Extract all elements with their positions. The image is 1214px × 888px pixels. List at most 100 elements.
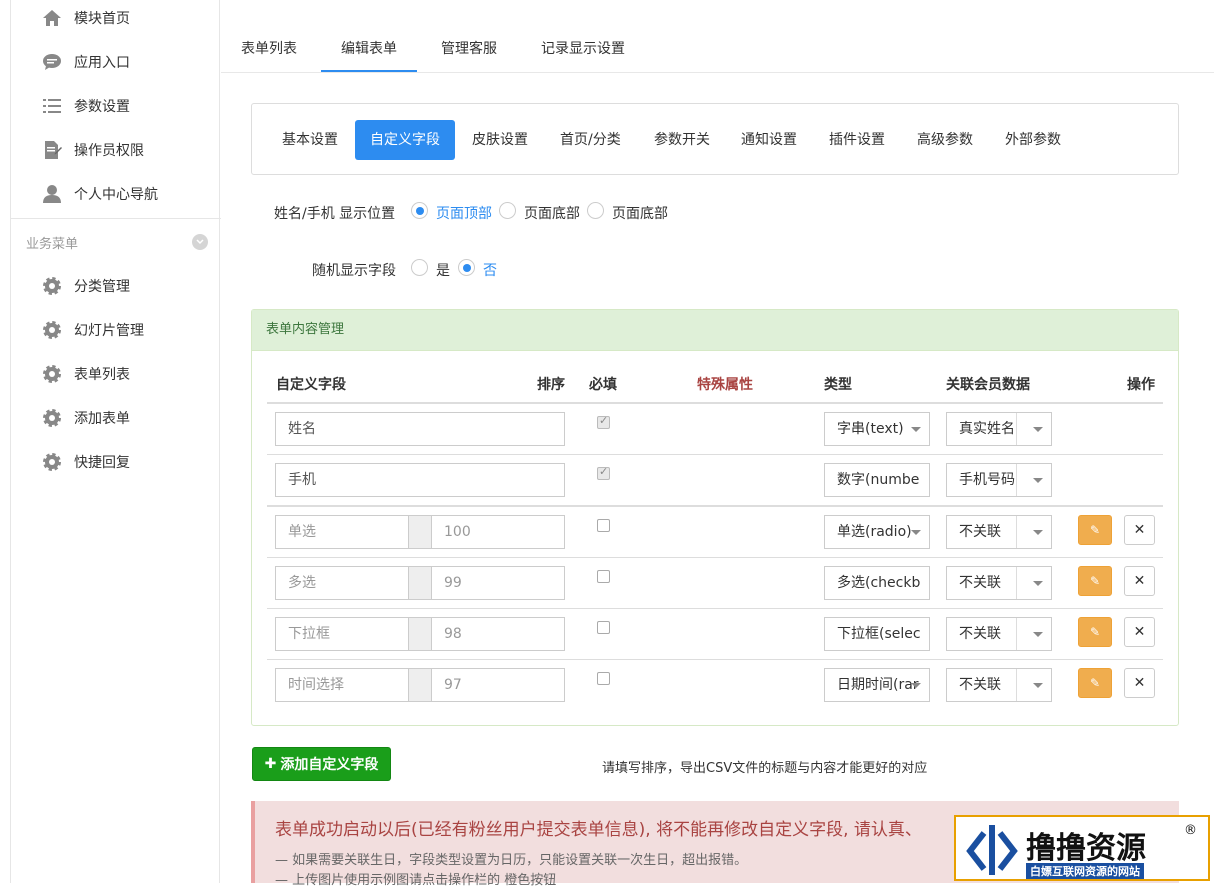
type-select[interactable]: 多选(checkb xyxy=(824,566,930,600)
subtab-notify[interactable]: 通知设置 xyxy=(726,120,812,160)
tab-form-list[interactable]: 表单列表 xyxy=(241,38,297,72)
sidebar-item-label: 个人中心导航 xyxy=(74,187,158,203)
sidebar-item-category[interactable]: 分类管理 xyxy=(41,274,130,298)
field-name-input[interactable]: 下拉框 xyxy=(275,617,409,651)
sort-input[interactable]: 100 xyxy=(431,515,565,549)
sort-input[interactable]: 97 xyxy=(431,668,565,702)
edit-button[interactable]: ✎ xyxy=(1078,566,1112,596)
member-select[interactable]: 真实姓名 xyxy=(946,412,1052,446)
subtab-external[interactable]: 外部参数 xyxy=(990,120,1076,160)
sidebar-group-title: 业务菜单 xyxy=(26,236,79,252)
subtab-home-category[interactable]: 首页/分类 xyxy=(545,120,636,160)
delete-button[interactable]: ✕ xyxy=(1124,566,1155,596)
add-custom-field-button[interactable]: ✚ 添加自定义字段 xyxy=(252,747,391,781)
alert-line-1: — 如果需要关联生日，字段类型设置为日历，只能设置关联一次生日，超出报错。 xyxy=(275,853,748,868)
sidebar-item-form-list[interactable]: 表单列表 xyxy=(41,362,130,386)
required-checkbox[interactable] xyxy=(597,570,610,583)
plus-icon: ✚ xyxy=(264,756,277,772)
required-checkbox[interactable] xyxy=(597,414,610,429)
edit-button[interactable]: ✎ xyxy=(1078,617,1112,647)
edit-icon: ✎ xyxy=(1089,676,1101,690)
field-name-input[interactable]: 时间选择 xyxy=(275,668,409,702)
type-select[interactable]: 字串(text) xyxy=(824,412,930,446)
tab-edit-form[interactable]: 编辑表单 xyxy=(321,38,417,72)
member-select-value: 不关联 xyxy=(959,524,1001,540)
sidebar-item-operator-perms[interactable]: 操作员权限 xyxy=(41,138,144,162)
required-checkbox[interactable] xyxy=(597,519,610,532)
radio-random-no-label: 否 xyxy=(483,263,497,279)
alert-line-2: — 上传图片使用示例图请点击操作栏的 橙色按钮 xyxy=(275,873,557,888)
edit-button[interactable]: ✎ xyxy=(1078,515,1112,545)
subtab-param-switch[interactable]: 参数开关 xyxy=(639,120,725,160)
type-select[interactable]: 日期时间(rar xyxy=(824,668,930,702)
col-ops: 操作 xyxy=(1127,377,1155,393)
sidebar-item-label: 模块首页 xyxy=(74,11,130,27)
sidebar-item-params[interactable]: 参数设置 xyxy=(41,94,130,118)
field-name-input[interactable]: 手机 xyxy=(275,463,565,497)
type-select-value: 字串(text) xyxy=(837,421,904,437)
delete-button[interactable]: ✕ xyxy=(1124,515,1155,545)
edit-icon: ✎ xyxy=(1089,574,1101,588)
field-name-input[interactable]: 多选 xyxy=(275,566,409,600)
radio-random-no[interactable] xyxy=(458,259,475,276)
radio-position-bottom[interactable] xyxy=(499,202,516,219)
col-member-data: 关联会员数据 xyxy=(946,377,1030,393)
radio-position-top[interactable] xyxy=(411,202,428,219)
sidebar-group-business[interactable]: 业务菜单 xyxy=(26,232,208,252)
radio-position-bottom-2[interactable] xyxy=(587,202,604,219)
input-addon xyxy=(409,566,433,600)
sidebar-item-app-entry[interactable]: 应用入口 xyxy=(41,50,130,74)
add-custom-field-label: 添加自定义字段 xyxy=(280,757,379,773)
subtab-basic[interactable]: 基本设置 xyxy=(267,120,353,160)
sidebar-item-quick-reply[interactable]: 快捷回复 xyxy=(41,450,130,474)
home-icon xyxy=(41,7,63,29)
type-select[interactable]: 下拉框(selec xyxy=(824,617,930,651)
subtab-custom-fields[interactable]: 自定义字段 xyxy=(355,120,455,160)
required-checkbox[interactable] xyxy=(597,672,610,685)
member-select[interactable]: 不关联 xyxy=(946,617,1052,651)
chevron-down-icon[interactable] xyxy=(192,234,208,250)
required-checkbox[interactable] xyxy=(597,465,610,480)
edit-button[interactable]: ✎ xyxy=(1078,668,1112,698)
sidebar-item-module-home[interactable]: 模块首页 xyxy=(41,6,130,30)
sidebar-item-label: 幻灯片管理 xyxy=(74,323,144,339)
select-divider xyxy=(1016,567,1017,599)
tab-manage-service[interactable]: 管理客服 xyxy=(441,38,497,72)
caret-down-icon xyxy=(911,530,921,535)
sidebar-divider xyxy=(11,218,221,219)
gear-icon xyxy=(41,451,63,473)
member-select[interactable]: 不关联 xyxy=(946,566,1052,600)
tab-record-display[interactable]: 记录显示设置 xyxy=(541,38,625,72)
member-select[interactable]: 不关联 xyxy=(946,668,1052,702)
member-select-value: 真实姓名 xyxy=(959,421,1015,437)
member-select[interactable]: 手机号码 xyxy=(946,463,1052,497)
sort-input[interactable]: 99 xyxy=(431,566,565,600)
gear-icon xyxy=(41,363,63,385)
close-icon: ✕ xyxy=(1133,624,1146,640)
row-divider xyxy=(267,608,1163,609)
type-select[interactable]: 单选(radio) xyxy=(824,515,930,549)
field-name-input[interactable]: 单选 xyxy=(275,515,409,549)
sidebar-item-label: 分类管理 xyxy=(74,279,130,295)
member-select[interactable]: 不关联 xyxy=(946,515,1052,549)
sidebar-item-label: 表单列表 xyxy=(74,367,130,383)
type-select[interactable]: 数字(numbe xyxy=(824,463,930,497)
sidebar-item-label: 操作员权限 xyxy=(74,143,144,159)
sidebar-item-add-form[interactable]: 添加表单 xyxy=(41,406,130,430)
radio-random-yes[interactable] xyxy=(411,259,428,276)
sort-input[interactable]: 98 xyxy=(431,617,565,651)
required-checkbox[interactable] xyxy=(597,621,610,634)
subtab-card: 基本设置 自定义字段 皮肤设置 首页/分类 参数开关 通知设置 插件设置 高级参… xyxy=(251,103,1179,175)
caret-down-icon xyxy=(1033,581,1043,586)
sidebar-item-slides[interactable]: 幻灯片管理 xyxy=(41,318,144,342)
sidebar-item-personal-nav[interactable]: 个人中心导航 xyxy=(41,182,158,206)
subtab-plugin[interactable]: 插件设置 xyxy=(814,120,900,160)
field-name-input[interactable]: 姓名 xyxy=(275,412,565,446)
subtab-advanced[interactable]: 高级参数 xyxy=(902,120,988,160)
subtab-skin[interactable]: 皮肤设置 xyxy=(457,120,543,160)
delete-button[interactable]: ✕ xyxy=(1124,668,1155,698)
delete-button[interactable]: ✕ xyxy=(1124,617,1155,647)
document-edit-icon xyxy=(41,139,63,161)
type-select-value: 下拉框(selec xyxy=(837,626,921,642)
col-custom-field: 自定义字段 xyxy=(276,377,346,393)
